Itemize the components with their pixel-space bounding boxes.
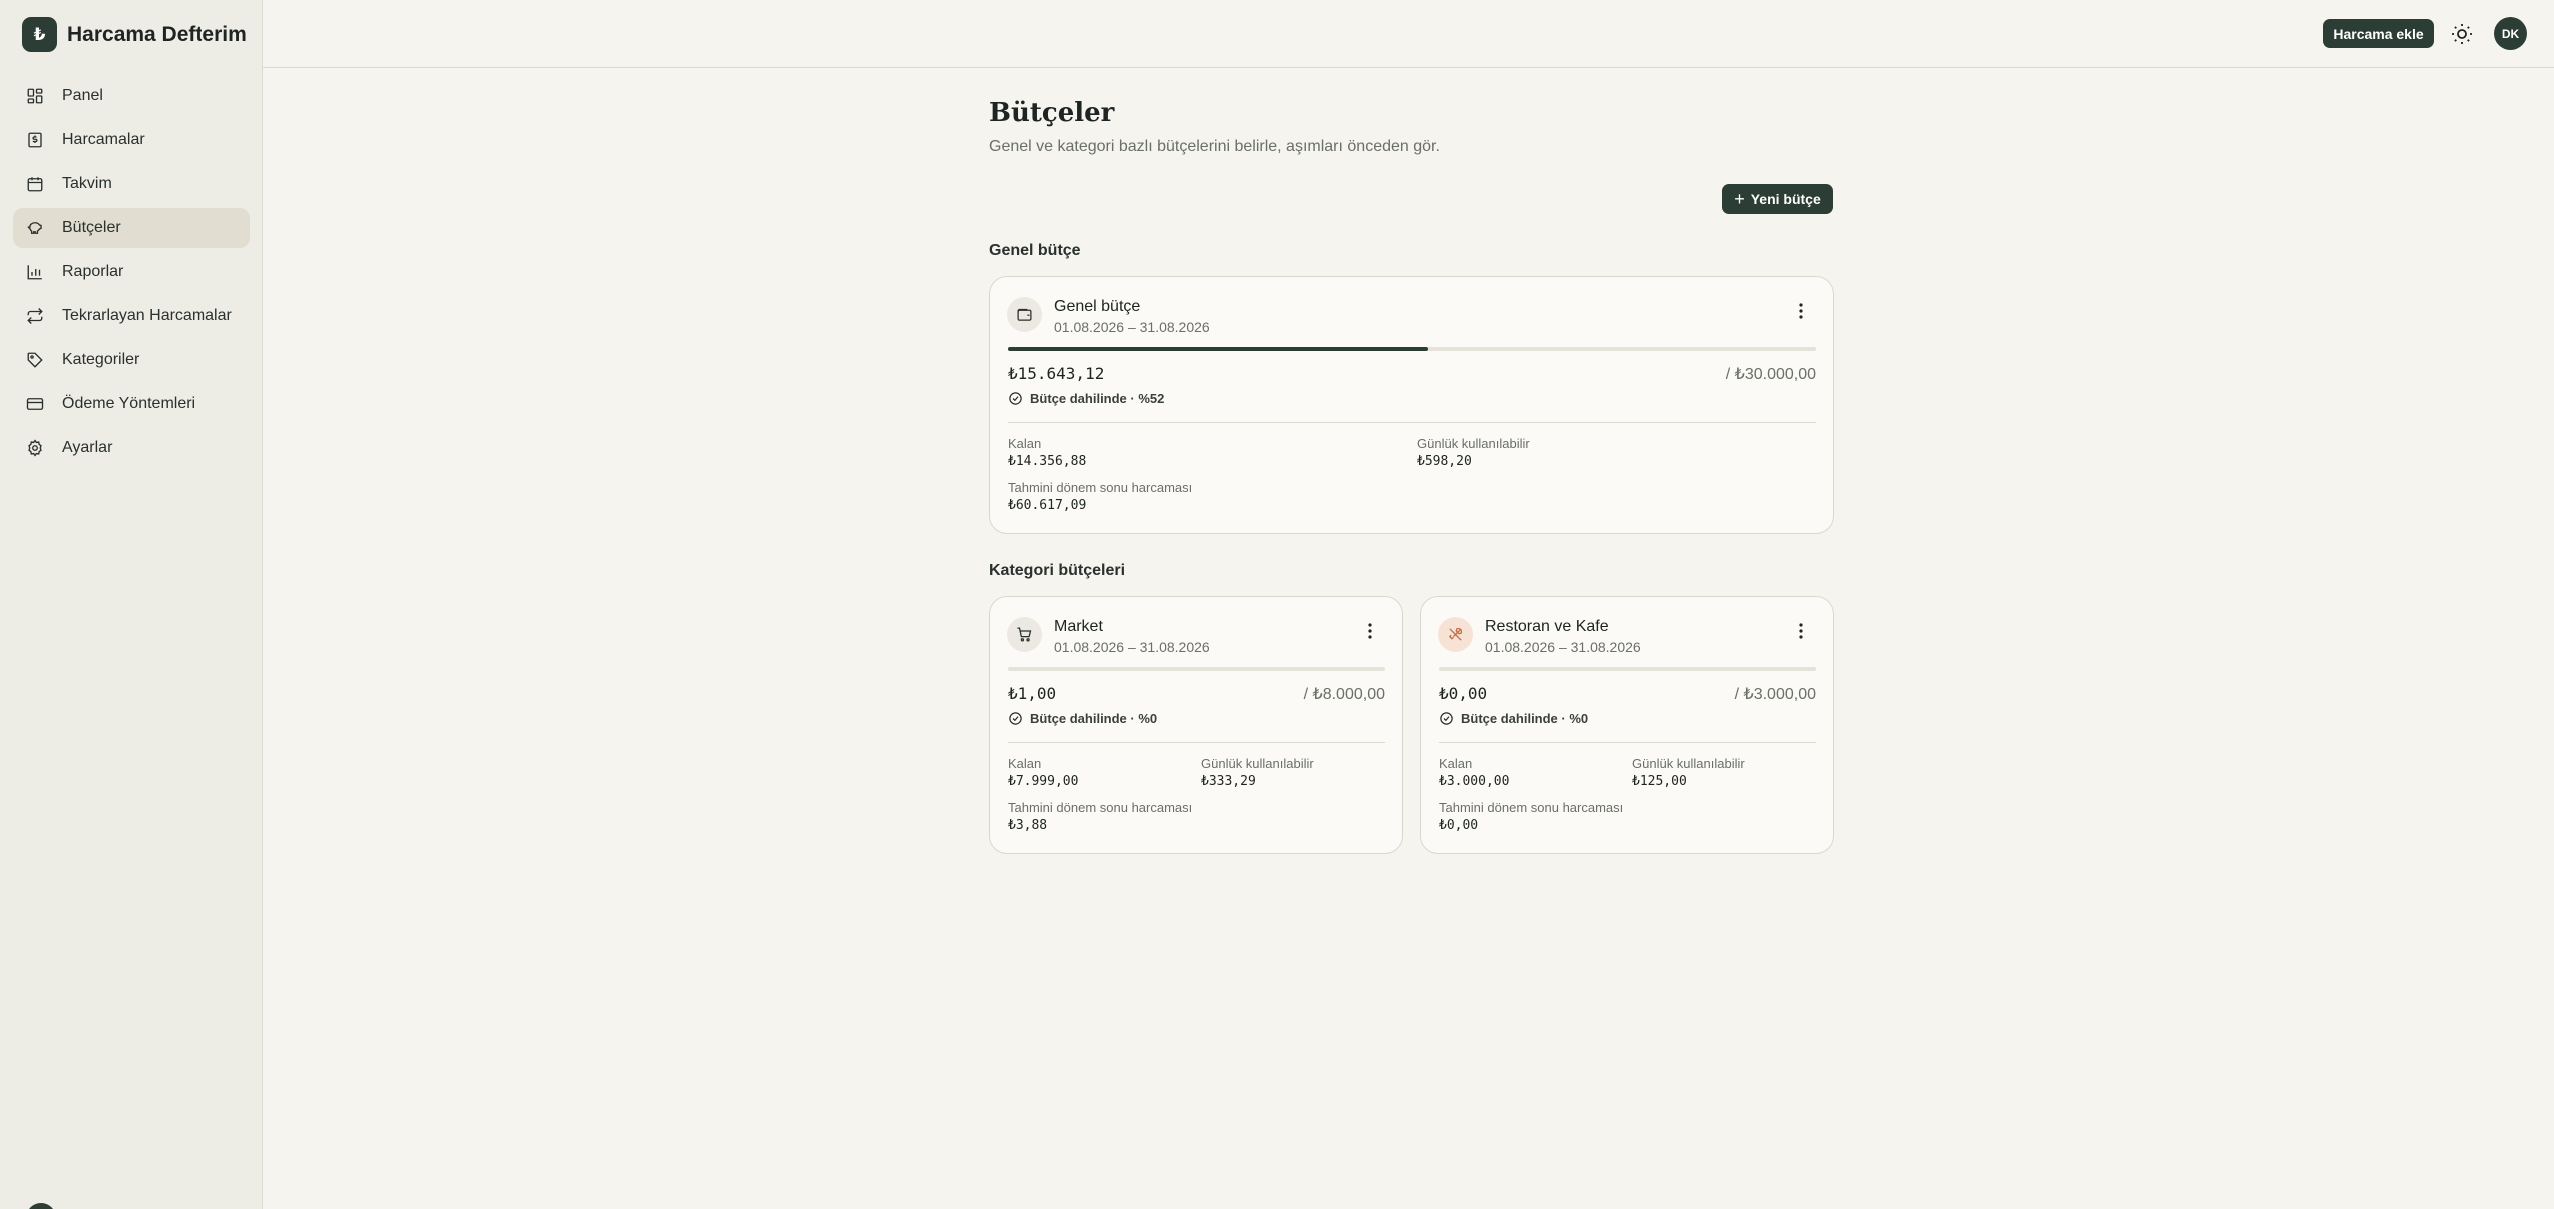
new-budget-label: Yeni bütçe xyxy=(1750,191,1821,207)
sidebar-item-label: Raporlar xyxy=(62,263,124,280)
sidebar-item-label: Panel xyxy=(62,87,103,104)
sidebar-user-avatar[interactable] xyxy=(26,1203,56,1209)
piggy-bank-icon xyxy=(27,222,42,234)
user-avatar[interactable]: DK xyxy=(2494,17,2527,50)
sun-icon[interactable] xyxy=(2450,22,2474,46)
page-subtitle: Genel ve kategori bazlı bütçelerini beli… xyxy=(989,138,1440,155)
budget-status-text: Bütçe dahilinde · %52 xyxy=(1030,391,1165,406)
sidebar-item-kategoriler[interactable]: Kategoriler xyxy=(13,340,250,380)
budget-spent: ₺0,00 xyxy=(1439,684,1488,703)
daily-available-value: ₺333,29 xyxy=(1201,774,1256,789)
sidebar-item-label: Bütçeler xyxy=(62,219,121,236)
check-circle-icon xyxy=(1009,712,1022,725)
budget-status-text: Bütçe dahilinde · %0 xyxy=(1030,711,1158,726)
forecast-value: ₺3,88 xyxy=(1008,818,1048,833)
shopping-cart-icon xyxy=(1007,617,1042,652)
repeat-icon xyxy=(27,308,43,324)
check-circle-icon xyxy=(1440,712,1453,725)
remaining-label: Kalan xyxy=(1008,756,1042,771)
bar-chart-icon xyxy=(27,265,42,280)
forecast-label: Tahmini dönem sonu harcaması xyxy=(1008,800,1193,815)
divider xyxy=(1008,422,1816,423)
sidebar-item-harcamalar[interactable]: Harcamalar xyxy=(13,120,250,160)
budget-date-range: 01.08.2026 – 31.08.2026 xyxy=(1485,639,1641,655)
credit-card-icon xyxy=(26,398,44,410)
budget-name: Restoran ve Kafe xyxy=(1485,618,1609,635)
remaining-label: Kalan xyxy=(1008,436,1042,451)
daily-available-value: ₺598,20 xyxy=(1417,454,1472,469)
wallet-icon xyxy=(1007,297,1042,332)
daily-available-label: Günlük kullanılabilir xyxy=(1417,436,1530,451)
more-options-icon[interactable] xyxy=(1791,619,1811,643)
add-expense-button[interactable]: Harcama ekle xyxy=(2323,19,2434,48)
gear-icon xyxy=(28,439,42,457)
daily-available-value: ₺125,00 xyxy=(1632,774,1687,789)
app-logo: ₺ xyxy=(22,17,57,52)
divider xyxy=(1008,742,1385,743)
forecast-value: ₺60.617,09 xyxy=(1008,498,1087,513)
budget-status: Bütçe dahilinde · %0 xyxy=(1008,711,1157,726)
budget-date-range: 01.08.2026 – 31.08.2026 xyxy=(1054,319,1210,335)
budget-progress-track xyxy=(1008,347,1816,351)
budget-status: Bütçe dahilinde · %0 xyxy=(1439,711,1588,726)
remaining-value: ₺3.000,00 xyxy=(1439,774,1510,789)
budget-status: Bütçe dahilinde · %52 xyxy=(1008,391,1164,406)
tag-icon xyxy=(27,352,43,368)
more-options-icon[interactable] xyxy=(1791,299,1811,323)
more-options-icon[interactable] xyxy=(1360,619,1380,643)
sidebar-item-label: Takvim xyxy=(62,175,112,192)
category-budget-card-restoran: Restoran ve Kafe 01.08.2026 – 31.08.2026… xyxy=(1420,596,1834,854)
daily-available-label: Günlük kullanılabilir xyxy=(1201,756,1314,771)
sidebar: ₺ Harcama Defterim Panel Harcamalar Takv… xyxy=(0,0,263,1209)
forecast-label: Tahmini dönem sonu harcaması xyxy=(1439,800,1624,815)
budget-limit: / ₺30.000,00 xyxy=(1725,366,1816,383)
sidebar-item-butceler[interactable]: Bütçeler xyxy=(13,208,250,248)
sidebar-item-odeme-yontemleri[interactable]: Ödeme Yöntemleri xyxy=(13,384,250,424)
sidebar-item-takvim[interactable]: Takvim xyxy=(13,164,250,204)
topbar xyxy=(263,0,2554,68)
sidebar-item-label: Ödeme Yöntemleri xyxy=(62,395,196,412)
brand[interactable]: ₺ Harcama Defterim xyxy=(22,17,247,52)
general-budget-section-title: Genel bütçe xyxy=(989,242,1081,259)
new-budget-button[interactable]: + Yeni bütçe xyxy=(1722,184,1833,214)
budget-spent: ₺1,00 xyxy=(1008,684,1057,703)
forecast-value: ₺0,00 xyxy=(1439,818,1479,833)
budget-progress-track xyxy=(1439,667,1816,671)
budget-limit: / ₺3.000,00 xyxy=(1734,686,1816,703)
category-budget-card-market: Market 01.08.2026 – 31.08.2026 ₺1,00 / ₺… xyxy=(989,596,1403,854)
budget-progress-fill xyxy=(1008,347,1429,351)
daily-available-label: Günlük kullanılabilir xyxy=(1632,756,1745,771)
receipt-icon xyxy=(28,132,42,148)
sidebar-item-label: Kategoriler xyxy=(62,351,140,368)
utensils-icon xyxy=(1438,617,1473,652)
budget-progress-track xyxy=(1008,667,1385,671)
app-name: Harcama Defterim xyxy=(67,22,247,46)
remaining-value: ₺14.356,88 xyxy=(1008,454,1087,469)
budget-name: Market xyxy=(1054,618,1103,635)
budget-limit: / ₺8.000,00 xyxy=(1303,686,1385,703)
sidebar-item-label: Ayarlar xyxy=(62,439,113,456)
sidebar-nav: Panel Harcamalar Takvim Bütçeler Raporla… xyxy=(13,76,250,472)
sidebar-item-raporlar[interactable]: Raporlar xyxy=(13,252,250,292)
sidebar-item-label: Tekrarlayan Harcamalar xyxy=(62,307,232,324)
divider xyxy=(1439,742,1816,743)
category-budgets-section-title: Kategori bütçeleri xyxy=(989,562,1126,579)
sidebar-item-panel[interactable]: Panel xyxy=(13,76,250,116)
sidebar-item-label: Harcamalar xyxy=(62,131,145,148)
general-budget-card: Genel bütçe 01.08.2026 – 31.08.2026 ₺15.… xyxy=(989,276,1834,534)
budget-status-text: Bütçe dahilinde · %0 xyxy=(1461,711,1589,726)
budget-name: Genel bütçe xyxy=(1054,298,1141,315)
forecast-label: Tahmini dönem sonu harcaması xyxy=(1008,480,1193,495)
remaining-label: Kalan xyxy=(1439,756,1473,771)
budget-date-range: 01.08.2026 – 31.08.2026 xyxy=(1054,639,1210,655)
budget-spent: ₺15.643,12 xyxy=(1008,364,1105,383)
check-circle-icon xyxy=(1009,392,1022,405)
remaining-value: ₺7.999,00 xyxy=(1008,774,1079,789)
dashboard-icon xyxy=(27,88,43,104)
sidebar-item-ayarlar[interactable]: Ayarlar xyxy=(13,428,250,468)
plus-icon: + xyxy=(1734,188,1745,209)
calendar-icon xyxy=(27,177,43,192)
sidebar-item-tekrarlayan-harcamalar[interactable]: Tekrarlayan Harcamalar xyxy=(13,296,250,336)
page-title: Bütçeler xyxy=(989,98,1115,128)
